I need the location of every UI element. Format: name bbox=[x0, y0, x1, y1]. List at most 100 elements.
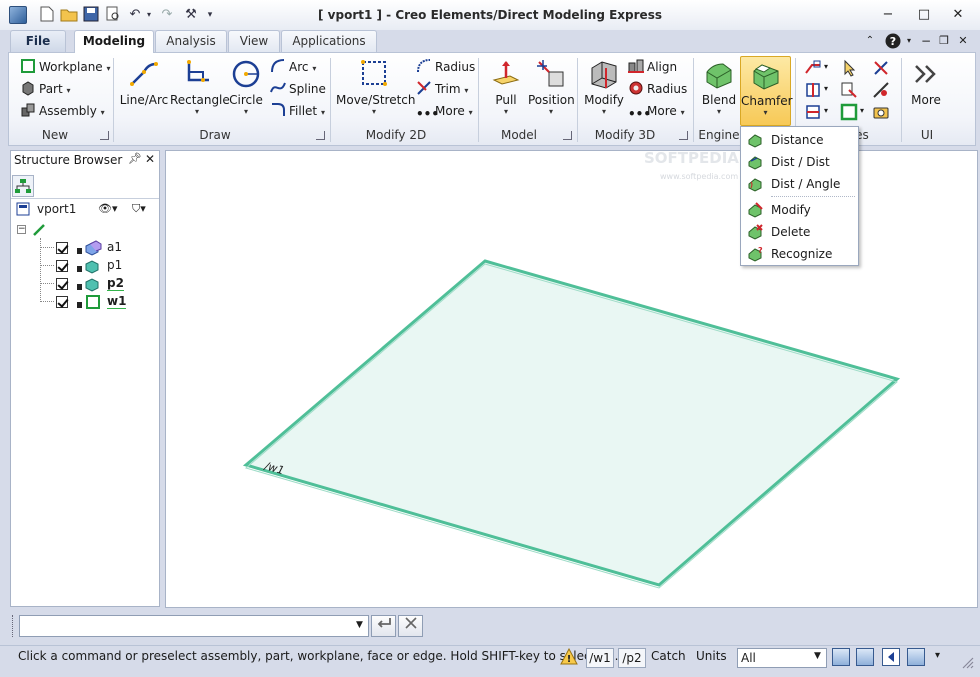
tab-modeling[interactable]: Modeling bbox=[74, 30, 154, 53]
quick-access-menu-icon[interactable]: ▾ bbox=[204, 6, 216, 24]
toolbar-grip[interactable] bbox=[12, 615, 16, 637]
menu-item-distance[interactable]: Distance bbox=[741, 129, 858, 151]
more-2d-button[interactable]: •••More ▾ bbox=[416, 101, 473, 121]
project-icon[interactable] bbox=[840, 81, 858, 99]
customize-tool-icon[interactable]: ⚒ bbox=[180, 6, 202, 24]
pull-button[interactable]: Pull ▾ bbox=[486, 58, 526, 122]
active-part-field[interactable]: /p2 bbox=[618, 648, 646, 668]
print-preview-icon[interactable] bbox=[104, 6, 122, 24]
ui-more-button[interactable]: More bbox=[906, 58, 946, 122]
tree-item-w1[interactable]: w1 bbox=[107, 292, 127, 309]
chevron-down-icon[interactable]: ▾ bbox=[935, 650, 940, 661]
minimize-ribbon-icon[interactable]: ⌃ bbox=[862, 33, 878, 49]
zoom-fit-icon[interactable] bbox=[856, 648, 874, 666]
command-input[interactable] bbox=[19, 615, 369, 637]
visibility-checkbox[interactable] bbox=[56, 278, 68, 290]
line-arc-button[interactable]: Line/Arc bbox=[119, 58, 169, 122]
workplane-button[interactable]: Workplane ▾ bbox=[20, 57, 111, 77]
chamfer-button[interactable]: Chamfer ▾ bbox=[740, 56, 793, 126]
active-workplane-field[interactable]: /w1 bbox=[586, 648, 614, 668]
chevron-down-icon[interactable]: ▾ bbox=[824, 106, 828, 115]
undo-dropdown-icon[interactable]: ▾ bbox=[144, 6, 154, 24]
dialog-launcher-icon[interactable] bbox=[563, 131, 572, 140]
tab-analysis[interactable]: Analysis bbox=[155, 30, 227, 52]
radius-2d-button[interactable]: Radius bbox=[416, 57, 475, 77]
menu-item-dist-angle[interactable]: Dist / Angle bbox=[741, 173, 858, 195]
camera-icon[interactable] bbox=[872, 103, 890, 121]
circle-button[interactable]: Circle ▾ bbox=[228, 58, 264, 122]
tree-item-p1[interactable]: p1 bbox=[107, 256, 122, 274]
restore-button[interactable]: □ bbox=[912, 6, 936, 24]
arc-button[interactable]: Arc ▾ bbox=[270, 57, 316, 77]
close-button[interactable]: ✕ bbox=[946, 6, 970, 24]
part-button[interactable]: Part ▾ bbox=[20, 79, 71, 99]
command-history-dropdown-icon[interactable]: ▼ bbox=[356, 620, 363, 630]
visibility-checkbox[interactable] bbox=[56, 296, 68, 308]
save-icon[interactable] bbox=[82, 6, 100, 24]
app-icon[interactable] bbox=[9, 6, 27, 24]
blend-button[interactable]: Blend ▾ bbox=[699, 58, 739, 122]
rectangle-button[interactable]: Rectangle ▾ bbox=[170, 58, 230, 122]
radius-3d-button[interactable]: Radius bbox=[628, 79, 687, 99]
dialog-launcher-icon[interactable] bbox=[100, 131, 109, 140]
split-face-icon[interactable] bbox=[804, 81, 822, 99]
measure-icon[interactable] bbox=[872, 81, 890, 99]
modify-3d-button[interactable]: Modify ▾ bbox=[583, 58, 625, 122]
units-button[interactable]: Units bbox=[696, 649, 727, 663]
trim-button[interactable]: Trim ▾ bbox=[416, 79, 468, 99]
menu-item-recognize[interactable]: ? Recognize bbox=[741, 243, 858, 265]
tree-view-tab[interactable] bbox=[12, 175, 34, 197]
warning-icon[interactable]: ! bbox=[560, 647, 578, 666]
open-folder-icon[interactable] bbox=[60, 6, 78, 24]
view-settings-icon[interactable] bbox=[832, 648, 850, 666]
offset-face-icon[interactable] bbox=[804, 103, 822, 121]
execute-command-button[interactable] bbox=[371, 615, 396, 637]
binoculars-icon[interactable]: 👁︎▾ bbox=[98, 202, 118, 215]
undo-icon[interactable]: ↶ bbox=[126, 6, 144, 24]
line-edge-icon[interactable] bbox=[804, 59, 822, 77]
menu-item-delete[interactable]: Delete bbox=[741, 221, 858, 243]
chevron-down-icon[interactable]: ▾ bbox=[824, 62, 828, 71]
new-file-icon[interactable] bbox=[38, 6, 56, 24]
select-pointer-icon[interactable] bbox=[840, 59, 858, 77]
position-button[interactable]: Position ▾ bbox=[528, 58, 575, 122]
doc-restore-icon[interactable]: ❐ bbox=[936, 33, 952, 49]
tab-view[interactable]: View bbox=[228, 30, 280, 52]
cancel-command-button[interactable] bbox=[398, 615, 423, 637]
filter-icon[interactable]: ⛉▾ bbox=[132, 202, 146, 216]
tab-applications[interactable]: Applications bbox=[281, 30, 377, 52]
align-button[interactable]: Align bbox=[628, 57, 677, 77]
previous-view-icon[interactable] bbox=[882, 648, 900, 666]
dimension-tools-icon[interactable] bbox=[872, 59, 890, 77]
redo-icon[interactable]: ↷ bbox=[158, 6, 176, 24]
menu-item-dist-dist[interactable]: Dist / Dist bbox=[741, 151, 858, 173]
pin-icon[interactable]: 📌︎ bbox=[128, 152, 142, 165]
catch-button[interactable]: Catch bbox=[651, 649, 686, 663]
dialog-launcher-icon[interactable] bbox=[679, 131, 688, 140]
workplane-w1[interactable] bbox=[242, 259, 901, 587]
menu-item-modify[interactable]: Modify bbox=[741, 199, 858, 221]
dialog-launcher-icon[interactable] bbox=[316, 131, 325, 140]
chevron-down-icon[interactable]: ▾ bbox=[860, 106, 864, 115]
help-dropdown-icon[interactable]: ▾ bbox=[903, 33, 915, 49]
doc-close-icon[interactable]: ✕ bbox=[955, 33, 971, 49]
spline-button[interactable]: Spline bbox=[270, 79, 326, 99]
help-icon[interactable]: ? bbox=[884, 33, 902, 49]
tree-item-a1[interactable]: a1 bbox=[107, 238, 122, 256]
tab-file[interactable]: File bbox=[10, 30, 66, 52]
minimize-button[interactable]: − bbox=[876, 6, 900, 24]
resize-grip-icon[interactable] bbox=[960, 655, 974, 669]
move-stretch-button[interactable]: Move/Stretch ▾ bbox=[336, 58, 416, 122]
chevron-down-icon[interactable]: ▼ bbox=[814, 651, 821, 661]
tree-item-p2[interactable]: p2 bbox=[107, 274, 124, 291]
green-frame-icon[interactable] bbox=[840, 103, 858, 121]
visibility-checkbox[interactable] bbox=[56, 260, 68, 272]
close-panel-icon[interactable]: ✕ bbox=[145, 152, 155, 166]
assembly-button[interactable]: Assembly ▾ bbox=[20, 101, 105, 121]
doc-minimize-icon[interactable]: − bbox=[918, 33, 934, 49]
fillet-button[interactable]: Fillet ▾ bbox=[270, 101, 325, 121]
view-cube-icon[interactable] bbox=[907, 648, 925, 666]
chevron-down-icon[interactable]: ▾ bbox=[824, 84, 828, 93]
more-3d-button[interactable]: •••More ▾ bbox=[628, 101, 685, 121]
visibility-checkbox[interactable] bbox=[56, 242, 68, 254]
